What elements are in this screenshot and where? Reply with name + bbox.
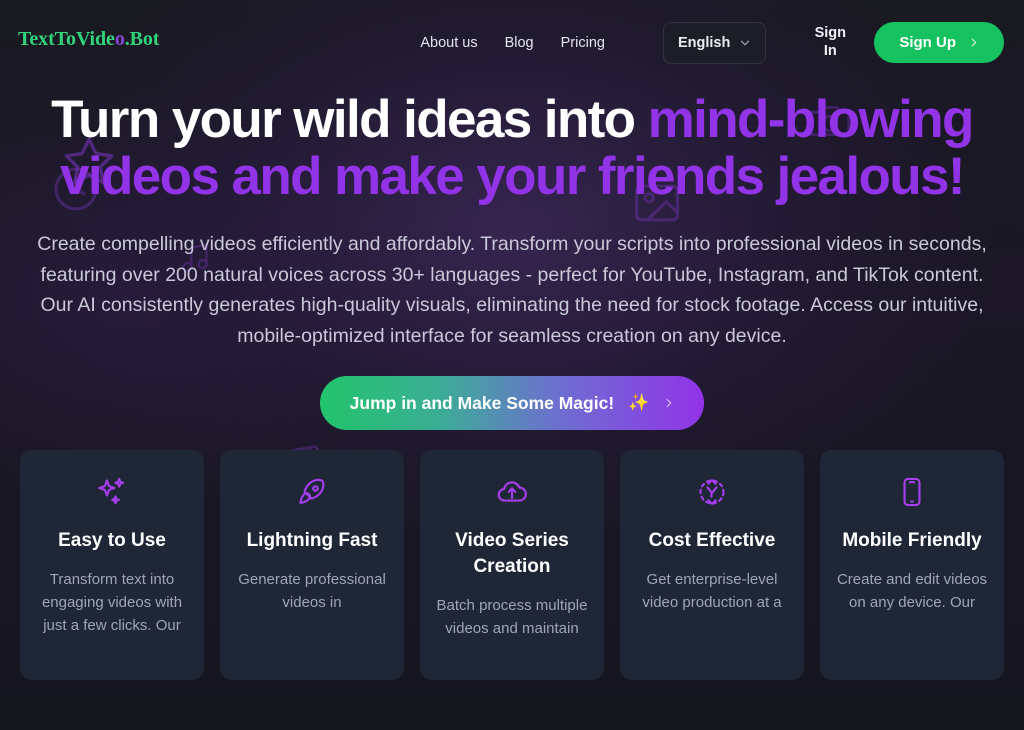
cta-label: Jump in and Make Some Magic!: [349, 392, 615, 413]
feature-title: Easy to Use: [58, 530, 166, 551]
rocket-icon: [236, 476, 388, 510]
logo-text-part1: TextToVide: [18, 28, 115, 50]
feature-text: Batch process multiple videos and mainta…: [436, 597, 588, 637]
feature-text: Transform text into engaging videos with…: [41, 571, 183, 634]
chevron-right-icon: [971, 38, 977, 47]
feature-card-easy-to-use[interactable]: Easy to Use Transform text into engaging…: [20, 450, 204, 680]
cta-container: Jump in and Make Some Magic! ✨: [22, 376, 1002, 430]
sparkles-icon: [36, 476, 188, 510]
logo-accent-o: o: [114, 28, 125, 50]
feature-card-mobile-friendly[interactable]: Mobile Friendly Create and edit videos o…: [820, 450, 1004, 680]
chevron-right-icon: [666, 399, 672, 407]
feature-title: Video Series Creation: [455, 530, 569, 577]
logo-text-part2: .Bot: [124, 28, 160, 50]
headline-white-part: Turn your wild ideas into: [51, 90, 648, 149]
sparkles-emoji-icon: ✨: [628, 393, 650, 412]
feature-card-cost-effective[interactable]: Cost Effective Get enterprise-level vide…: [620, 450, 804, 680]
site-header: TextToVideo.Bot About us Blog Pricing En…: [0, 0, 1024, 85]
feature-title: Mobile Friendly: [842, 530, 982, 551]
feature-card-list: Easy to Use Transform text into engaging…: [0, 450, 1024, 680]
main-nav: About us Blog Pricing: [420, 35, 613, 51]
feature-text: Generate professional videos in: [238, 571, 386, 611]
hero-description: Create compelling videos efficiently and…: [37, 233, 987, 347]
nav-item-blog[interactable]: Blog: [505, 35, 534, 51]
feature-title: Cost Effective: [648, 530, 776, 551]
feature-text: Get enterprise-level video production at…: [642, 571, 782, 611]
primary-cta-button[interactable]: Jump in and Make Some Magic! ✨: [319, 376, 705, 430]
nav-item-pricing[interactable]: Pricing: [561, 35, 605, 51]
sign-in-button[interactable]: Sign In: [810, 25, 850, 59]
chevron-down-icon: [741, 40, 750, 45]
language-selector[interactable]: English: [662, 21, 767, 64]
feature-card-video-series-creation[interactable]: Video Series Creation Batch process mult…: [420, 450, 604, 680]
cloud-upload-icon: [436, 476, 588, 510]
feature-card-lightning-fast[interactable]: Lightning Fast Generate professional vid…: [220, 450, 404, 680]
language-selected-label: English: [677, 34, 731, 51]
hero-section: Turn your wild ideas into mind-blowing v…: [0, 91, 1024, 430]
feature-title: Lightning Fast: [246, 530, 378, 551]
sign-up-button[interactable]: Sign Up: [874, 22, 1004, 63]
page-title: Turn your wild ideas into mind-blowing v…: [22, 91, 1002, 205]
mobile-phone-icon: [836, 476, 988, 510]
nav-item-about-us[interactable]: About us: [420, 35, 477, 51]
logo[interactable]: TextToVideo.Bot: [18, 28, 159, 51]
sign-up-label: Sign Up: [899, 34, 956, 51]
shuffle-circle-icon: [636, 476, 788, 510]
landing-page: TextToVideo.Bot About us Blog Pricing En…: [0, 0, 1024, 730]
feature-text: Create and edit videos on any device. Ou…: [836, 571, 988, 611]
